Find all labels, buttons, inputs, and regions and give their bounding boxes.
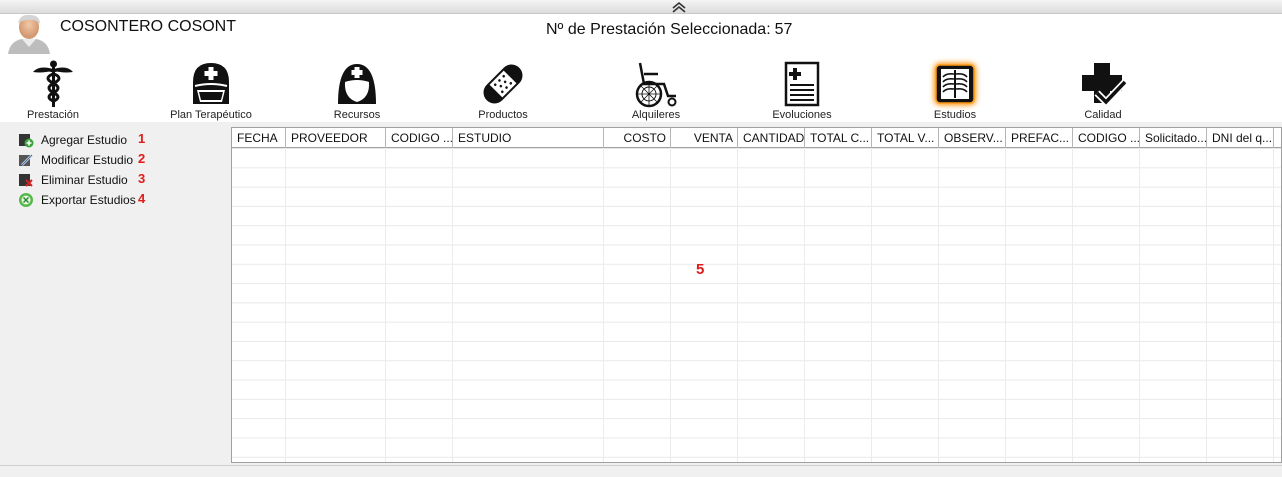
sidebar-item-label: Eliminar Estudio [41,173,128,187]
xray-icon [930,60,980,108]
sidebar: Agregar Estudio 1 Modificar Estudio 2 El… [0,122,230,463]
toolbar-evoluciones[interactable]: Evoluciones [747,60,857,122]
sidebar-item-label: Exportar Estudios [41,193,136,207]
prestacion-label: Nº de Prestación Seleccionada: [546,21,771,38]
add-icon [18,132,34,148]
eliminar-estudio-button[interactable]: Eliminar Estudio [18,171,128,189]
toolbar-prestacion[interactable]: Prestación [0,60,108,122]
column-header-codigo-2[interactable]: CODIGO ... [1073,128,1140,148]
status-bar [0,465,1282,477]
edit-icon [18,152,34,168]
column-header-solicitado[interactable]: Solicitado... [1140,128,1207,148]
sidebar-item-label: Modificar Estudio [41,153,134,167]
column-header-costo[interactable]: COSTO [604,128,671,148]
prestacion-number: 57 [774,21,793,38]
wheelchair-icon [631,60,681,108]
sidebar-item-label: Agregar Estudio [41,133,128,147]
column-divider [603,148,604,462]
toolbar-label: Prestación [27,109,79,121]
annotation-number: 5 [696,261,705,278]
annotation-number: 4 [138,191,146,206]
nurse-mask-icon [186,60,236,108]
studies-grid[interactable]: FECHA PROVEEDOR CODIGO ... ESTUDIO COSTO… [231,127,1282,463]
column-divider [1072,148,1073,462]
export-icon [18,192,34,208]
toolbar-label: Plan Terapéutico [170,109,252,121]
column-divider [737,148,738,462]
toolbar-label: Recursos [333,109,381,121]
toolbar-recursos[interactable]: Recursos [302,60,412,122]
column-header-observaciones[interactable]: OBSERV... [939,128,1006,148]
column-divider [938,148,939,462]
header: COSONTERO COSONT Nº de Prestación Selecc… [0,14,1282,122]
column-divider [871,148,872,462]
bandage-icon [478,60,528,108]
column-header-fecha[interactable]: FECHA [232,128,286,148]
column-divider [804,148,805,462]
delete-icon [18,172,34,188]
column-header-estudio[interactable]: ESTUDIO [453,128,604,148]
column-divider [1206,148,1207,462]
toolbar-productos[interactable]: Productos [448,60,558,122]
toolbar-label: Evoluciones [772,109,832,121]
collapse-bar [0,0,1282,14]
grid-header: FECHA PROVEEDOR CODIGO ... ESTUDIO COSTO… [232,128,1281,148]
nurse-icon [332,60,382,108]
avatar [6,14,52,54]
modificar-estudio-button[interactable]: Modificar Estudio [18,151,133,169]
column-divider [1139,148,1140,462]
column-divider [670,148,671,462]
column-header-total-venta[interactable]: TOTAL V... [872,128,939,148]
caduceus-icon [28,60,78,108]
column-divider [452,148,453,462]
column-header-dni[interactable]: DNI del q... [1207,128,1274,148]
toolbar-alquileres[interactable]: Alquileres [601,60,711,122]
column-header-venta[interactable]: VENTA [671,128,738,148]
toolbar-plan-terapeutico[interactable]: Plan Terapéutico [156,60,266,122]
annotation-number: 1 [138,131,146,146]
toolbar-label: Alquileres [631,109,681,121]
toolbar-label: Estudios [933,109,977,121]
medical-document-icon [777,60,827,108]
column-divider [1005,148,1006,462]
cross-check-icon [1078,60,1128,108]
chevron-up-icon[interactable] [669,1,689,13]
column-header-proveedor[interactable]: PROVEEDOR [286,128,386,148]
toolbar-estudios[interactable]: Estudios [900,60,1010,122]
exportar-estudios-button[interactable]: Exportar Estudios [18,191,136,209]
column-header-cantidad[interactable]: CANTIDAD [738,128,805,148]
column-header-codigo[interactable]: CODIGO ... [386,128,453,148]
column-divider [285,148,286,462]
annotation-number: 2 [138,151,146,166]
toolbar-label: Calidad [1084,109,1122,121]
toolbar-calidad[interactable]: Calidad [1048,60,1158,122]
toolbar-label: Productos [478,109,528,121]
prestacion-indicator: Nº de Prestación Seleccionada: 57 [546,21,792,39]
column-header-total-costo[interactable]: TOTAL C... [805,128,872,148]
annotation-number: 3 [138,171,146,186]
user-name: COSONTERO COSONT [60,18,237,35]
column-divider [1273,148,1274,462]
column-divider [385,148,386,462]
column-header-prefactura[interactable]: PREFAC... [1006,128,1073,148]
agregar-estudio-button[interactable]: Agregar Estudio [18,131,127,149]
